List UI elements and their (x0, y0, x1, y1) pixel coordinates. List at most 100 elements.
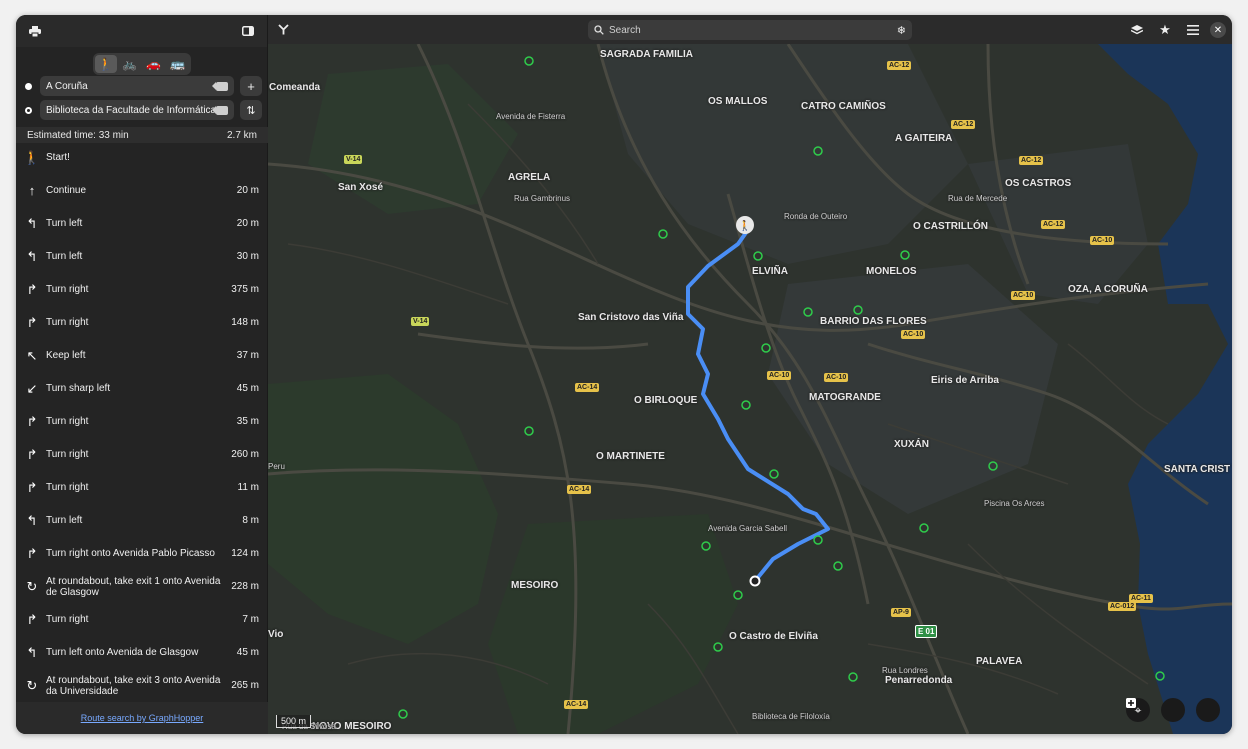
step-instruction: Turn right (46, 284, 89, 295)
walk-icon: 🚶 (23, 149, 41, 165)
destination-field[interactable]: Biblioteca da Facultade de Informática (40, 100, 234, 120)
step-distance: 260 m (231, 449, 259, 460)
route-step[interactable]: ↰ Turn left onto Avenida de Glasgow 45 m (16, 636, 268, 669)
map-view[interactable]: 🚶 SAGRADA FAMILIA OS MALLOS CATRO CAMIÑOS A… (268, 44, 1232, 734)
step-instruction: Turn right onto Avenida Pablo Picasso (46, 548, 215, 559)
route-step[interactable]: ↰ Turn left 20 m (16, 207, 268, 240)
add-waypoint-button[interactable]: + (240, 76, 262, 96)
sidebar-footer: Route search by GraphHopper (16, 702, 268, 734)
snowflake-icon[interactable]: ❄ (897, 24, 906, 37)
turn-right-icon: ↱ (26, 314, 38, 330)
map-place-label: O MARTINETE (596, 451, 665, 462)
step-distance: 45 m (236, 383, 259, 394)
layers-icon[interactable] (1126, 19, 1148, 41)
estimated-time: Estimated time: 33 min (27, 129, 129, 141)
route-step[interactable]: ↻ At roundabout, take exit 1 onto Avenida… (16, 570, 268, 603)
end-marker[interactable] (749, 575, 761, 587)
svg-text:🚶: 🚶 (739, 219, 751, 232)
step-distance: 8 m (242, 515, 259, 526)
route-step[interactable]: ↱ Turn right onto Avenida Pablo Picasso 12… (16, 537, 268, 570)
sidebar-toggle-icon[interactable] (237, 20, 259, 42)
mode-walk-button[interactable]: 🚶 (94, 55, 117, 73)
green-area (488, 514, 738, 734)
star-icon[interactable]: ★ (1154, 19, 1176, 41)
turn-right-icon: ↱ (26, 545, 38, 561)
step-instruction: Start! (46, 152, 70, 163)
route-step[interactable]: ↱ Turn right 7 m (16, 603, 268, 636)
origin-field[interactable]: A Coruña (40, 76, 234, 96)
step-distance: 124 m (231, 548, 259, 559)
map-place-label: San Cristovo das Viña (578, 312, 684, 323)
map-place-label: Rua Londres (882, 666, 928, 675)
map-place-label: Biblioteca de Filoloxía (752, 712, 830, 721)
destination-row: Biblioteca da Facultade de Informática ⇅ (16, 99, 268, 121)
zoom-in-icon[interactable] (1126, 698, 1220, 722)
road-shield: AC-14 (575, 383, 600, 392)
map-place-label: MESOIRO (511, 580, 559, 591)
map-place-label: Eiris de Arriba (931, 375, 999, 386)
swap-waypoints-button[interactable]: ⇅ (240, 100, 262, 120)
step-instruction: Turn right (46, 449, 89, 460)
step-instruction: Turn left (46, 218, 83, 229)
road-shield: AC-12 (887, 61, 912, 70)
road-shield: AC-012 (1108, 602, 1137, 611)
route-step[interactable]: ↱ Turn right 11 m (16, 471, 268, 504)
route-step[interactable]: ↑ Continue 20 m (16, 174, 268, 207)
map-place-label: XUXÁN (894, 439, 930, 450)
map-place-label: A GAITEIRA (895, 133, 953, 144)
mode-bus-button[interactable]: 🚌 (167, 55, 189, 73)
close-icon[interactable]: ✕ (1210, 22, 1226, 38)
map-place-label: O Castro de Elviña (729, 631, 818, 642)
route-step[interactable]: ↙ Turn sharp left 45 m (16, 372, 268, 405)
route-step[interactable]: ↰ Turn left 8 m (16, 504, 268, 537)
route-app-icon[interactable] (272, 19, 294, 41)
travel-mode-selector: 🚶 🚲 🚗 🚌 (16, 53, 267, 75)
map-place-label: SAGRADA FAMILIA (600, 49, 693, 60)
step-instruction: Turn left (46, 515, 83, 526)
clear-destination-icon[interactable] (212, 105, 228, 115)
zoom-out-icon[interactable] (1126, 698, 1185, 722)
map-place-label: MONELOS (866, 266, 917, 277)
origin-row: A Coruña + (16, 75, 268, 97)
road-shield: AC-12 (951, 120, 976, 129)
route-step[interactable]: 🚶 Start! (16, 141, 268, 174)
bus-icon: 🚌 (170, 57, 185, 71)
road-shield: AC-10 (1090, 236, 1115, 245)
clear-origin-icon[interactable] (212, 81, 228, 91)
map-place-label: OS MALLOS (708, 96, 768, 107)
mode-car-button[interactable]: 🚗 (143, 55, 165, 73)
step-distance: 11 m (237, 482, 260, 493)
total-distance: 2.7 km (226, 129, 257, 141)
search-input[interactable]: Search (609, 25, 897, 36)
route-step[interactable]: ↱ Turn right 35 m (16, 405, 268, 438)
turn-right-icon: ↱ (26, 446, 38, 462)
road-shield: AC-10 (1011, 291, 1036, 300)
route-step[interactable]: ↰ Turn left 30 m (16, 240, 268, 273)
map-place-label: Penarredonda (885, 675, 953, 686)
road-shield: AC-14 (564, 700, 589, 709)
origin-marker-icon (25, 82, 32, 90)
route-step[interactable]: ↱ Turn right 260 m (16, 438, 268, 471)
map-place-label: PALAVEA (976, 656, 1023, 667)
directions-sidebar: 🚶 🚲 🚗 🚌 A Coruña + Biblioteca da Faculta… (16, 15, 268, 734)
step-instruction: Turn right (46, 614, 89, 625)
sharp-left-icon: ↙ (26, 380, 38, 396)
map-place-label: MATOGRANDE (809, 392, 881, 403)
search-bar[interactable]: Search ❄ (588, 20, 912, 40)
route-step[interactable]: ↖ Keep left 37 m (16, 339, 268, 372)
route-step[interactable]: ↻ At roundabout, take exit 3 onto Avenida… (16, 669, 268, 702)
step-distance: 228 m (231, 581, 259, 592)
graphhopper-link[interactable]: Route search by GraphHopper (81, 713, 204, 723)
bike-icon: 🚲 (122, 57, 137, 71)
menu-icon[interactable] (1182, 19, 1204, 41)
turn-left-icon: ↰ (26, 644, 38, 660)
roundabout-icon: ↻ (26, 677, 38, 693)
map-place-label: O CASTRILLÓN (913, 221, 988, 232)
step-instruction: Turn sharp left (46, 383, 111, 394)
route-step[interactable]: ↱ Turn right 148 m (16, 306, 268, 339)
map-place-label: Rua Gambrinus (514, 194, 571, 203)
printer-icon[interactable] (24, 20, 46, 42)
route-step[interactable]: ↱ Turn right 375 m (16, 273, 268, 306)
step-instruction: Turn right (46, 482, 89, 493)
mode-bike-button[interactable]: 🚲 (119, 55, 141, 73)
